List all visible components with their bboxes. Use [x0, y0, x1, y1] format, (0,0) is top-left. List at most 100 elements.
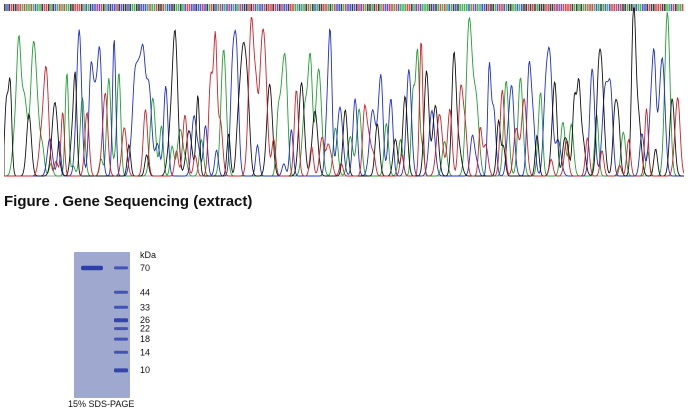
base-call — [72, 4, 74, 11]
base-call — [37, 4, 39, 11]
base-call — [441, 4, 444, 11]
base-call — [285, 4, 288, 11]
base-call — [59, 4, 61, 11]
base-call — [523, 4, 525, 11]
base-call — [637, 4, 640, 11]
base-call — [560, 4, 563, 11]
base-call — [316, 4, 318, 11]
base-call — [235, 4, 237, 11]
base-call — [180, 4, 182, 11]
marker-band — [114, 305, 128, 309]
trace-C — [4, 28, 684, 177]
base-call — [556, 4, 558, 11]
base-call — [472, 4, 475, 11]
base-call — [468, 4, 470, 11]
base-call — [191, 4, 193, 11]
base-call — [422, 4, 424, 11]
base-call — [138, 4, 140, 11]
base-call — [419, 4, 422, 11]
base-call — [70, 4, 72, 11]
base-call — [598, 4, 600, 11]
base-call — [50, 4, 52, 11]
base-call — [186, 4, 189, 11]
base-call — [195, 4, 197, 11]
base-call — [628, 4, 631, 11]
base-call — [384, 4, 387, 11]
base-call — [547, 4, 549, 11]
base-call — [611, 4, 613, 11]
base-call — [358, 4, 360, 11]
base-call — [193, 4, 195, 11]
base-call — [389, 4, 391, 11]
base-call — [199, 4, 202, 11]
base-call — [257, 4, 259, 11]
base-call — [204, 4, 206, 11]
base-call — [151, 4, 153, 11]
base-call — [67, 4, 70, 11]
base-call — [661, 4, 664, 11]
base-call — [87, 4, 90, 11]
base-call — [279, 4, 281, 11]
base-call — [459, 4, 461, 11]
base-call — [565, 4, 567, 11]
base-call — [360, 4, 362, 11]
marker-band — [114, 350, 128, 354]
marker-band — [114, 337, 128, 341]
base-call — [131, 4, 134, 11]
base-call — [228, 4, 230, 11]
base-call — [615, 4, 618, 11]
base-call — [89, 4, 92, 11]
base-call — [589, 4, 591, 11]
base-call — [202, 4, 204, 11]
base-call — [492, 4, 494, 11]
base-call — [499, 4, 501, 11]
base-call — [466, 4, 468, 11]
base-call — [206, 4, 208, 11]
base-call — [501, 4, 503, 11]
base-call — [270, 4, 272, 11]
base-call — [111, 4, 114, 11]
base-call — [635, 4, 637, 11]
base-call — [655, 4, 657, 11]
base-call — [155, 4, 158, 11]
base-call — [243, 4, 246, 11]
base-call — [362, 4, 365, 11]
base-call — [61, 4, 63, 11]
base-call — [512, 4, 514, 11]
base-call — [248, 4, 250, 11]
base-call — [527, 4, 530, 11]
base-call — [94, 4, 96, 11]
base-call — [276, 4, 279, 11]
base-call — [584, 4, 587, 11]
marker-band — [114, 318, 128, 323]
base-call — [455, 4, 457, 11]
base-call — [217, 4, 219, 11]
base-call — [507, 4, 510, 11]
base-call — [411, 4, 413, 11]
base-call — [435, 4, 437, 11]
base-call — [378, 4, 380, 11]
base-call — [81, 4, 83, 11]
base-call — [430, 4, 433, 11]
base-call — [83, 4, 85, 11]
base-call — [345, 4, 347, 11]
base-call — [318, 4, 321, 11]
marker-label: 70 — [140, 263, 150, 273]
gel-background — [74, 252, 130, 398]
base-call — [353, 4, 356, 11]
base-call — [197, 4, 200, 11]
base-call — [265, 4, 268, 11]
base-call — [664, 4, 666, 11]
base-call — [668, 4, 670, 11]
base-call — [679, 4, 681, 11]
base-call — [296, 4, 299, 11]
base-call — [402, 4, 404, 11]
base-call — [129, 4, 131, 11]
base-call — [127, 4, 129, 11]
base-call — [514, 4, 516, 11]
base-call — [188, 4, 191, 11]
base-call — [294, 4, 296, 11]
base-call — [237, 4, 239, 11]
base-call — [681, 4, 684, 11]
base-call — [78, 4, 81, 11]
